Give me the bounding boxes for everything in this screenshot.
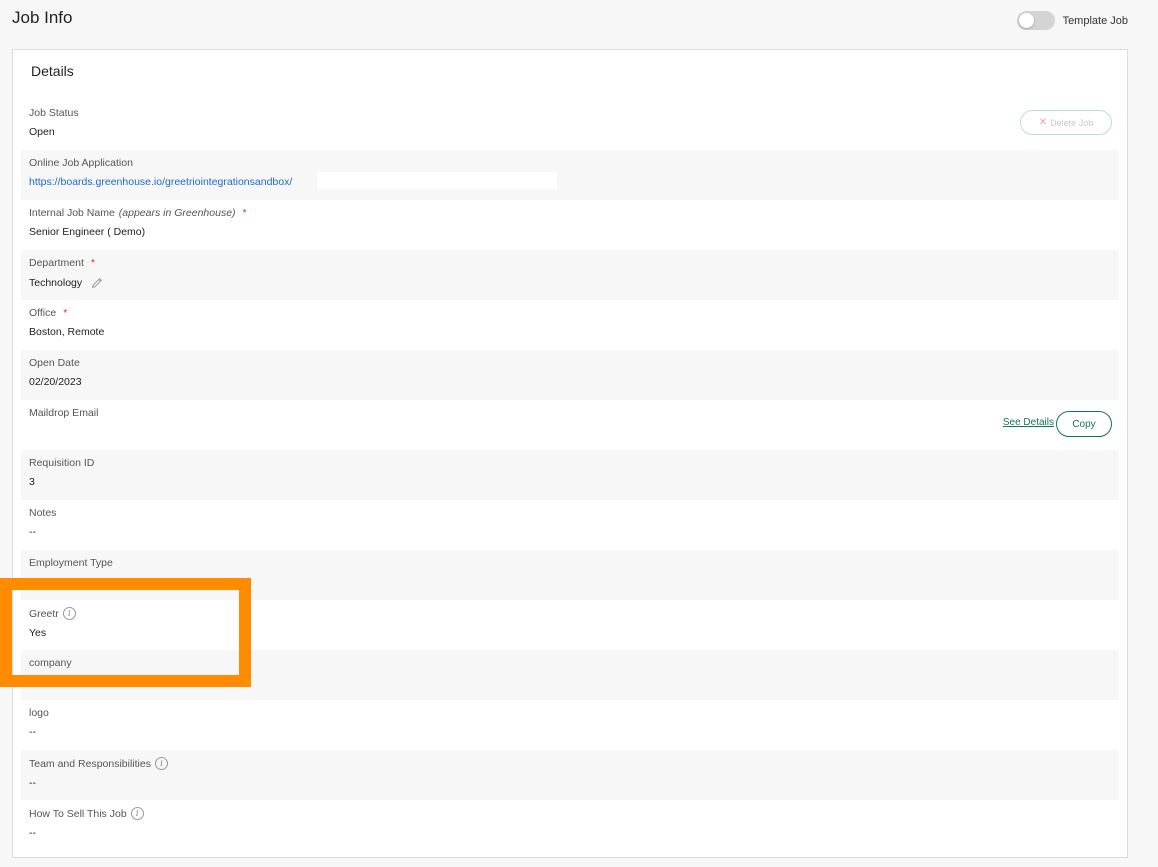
field-department: Department * Technology: [21, 250, 1119, 300]
field-notes: Notes --: [21, 500, 1119, 550]
highlight-box: [0, 578, 251, 687]
field-label: Department: [29, 257, 84, 269]
required-marker: *: [242, 207, 247, 219]
field-online-application: Online Job Application https://boards.gr…: [21, 150, 1119, 200]
field-label-group: Team and Responsibilities i: [29, 757, 1111, 770]
field-label: logo: [29, 707, 49, 719]
field-label-group: Internal Job Name (appears in Greenhouse…: [29, 207, 1111, 219]
field-label-note: (appears in Greenhouse): [118, 207, 236, 219]
field-team: Team and Responsibilities i --: [21, 750, 1119, 800]
field-label: Online Job Application: [29, 157, 133, 169]
field-label-group: Department *: [29, 257, 1111, 269]
field-label: Employment Type: [29, 557, 113, 569]
field-value: --: [29, 526, 36, 538]
required-marker: *: [63, 307, 68, 319]
field-value: 02/20/2023: [29, 376, 82, 388]
template-job-toggle[interactable]: [1016, 11, 1055, 30]
field-office: Office * Boston, Remote: [21, 300, 1119, 350]
field-label: Job Status: [29, 107, 79, 119]
field-label: How To Sell This Job: [29, 807, 127, 820]
field-list: Job Status Open ✕ Delete Job Online Job …: [21, 100, 1119, 850]
toggle-knob: [1018, 13, 1034, 28]
field-label: Requisition ID: [29, 457, 95, 469]
field-logo: logo --: [21, 700, 1119, 750]
field-sell: How To Sell This Job i --: [21, 800, 1119, 850]
field-label: Notes: [29, 507, 57, 519]
field-internal-name: Internal Job Name (appears in Greenhouse…: [21, 200, 1119, 250]
field-label-group: Office *: [29, 307, 1111, 319]
field-label-group: How To Sell This Job i: [29, 807, 1111, 820]
page-title: Job Info: [12, 8, 73, 27]
copy-button[interactable]: Copy: [1056, 411, 1112, 437]
field-label: Open Date: [29, 357, 80, 369]
pencil-icon[interactable]: [90, 276, 104, 290]
field-value: 3: [29, 476, 35, 488]
info-icon[interactable]: i: [130, 807, 144, 820]
see-details-link[interactable]: See Details: [1003, 417, 1054, 428]
card-title: Details: [31, 63, 74, 79]
field-maildrop: Maildrop Email See Details Copy: [21, 400, 1119, 450]
field-label: Office: [29, 307, 57, 319]
x-icon: ✕: [1038, 117, 1048, 128]
field-label: Internal Job Name: [29, 207, 115, 219]
delete-job-label: Delete Job: [1050, 117, 1094, 128]
field-value: Senior Engineer ( Demo): [29, 226, 146, 238]
job-board-link[interactable]: https://boards.greenhouse.io/greetrioint…: [29, 176, 292, 188]
field-value: --: [29, 827, 36, 839]
redacted-bar: [317, 172, 557, 189]
field-requisition: Requisition ID 3: [21, 450, 1119, 500]
delete-job-button[interactable]: ✕ Delete Job: [1020, 110, 1112, 135]
field-open-date: Open Date 02/20/2023: [21, 350, 1119, 400]
field-value: --: [29, 777, 36, 789]
field-label: Maildrop Email: [29, 407, 99, 419]
field-label: Team and Responsibilities: [29, 757, 151, 770]
field-value: --: [29, 726, 36, 738]
field-value-group: Technology: [29, 276, 1111, 290]
template-job-label: Template Job: [1062, 14, 1128, 27]
field-value: Boston, Remote: [29, 326, 105, 338]
field-value: Technology: [29, 277, 83, 289]
field-job-status: Job Status Open ✕ Delete Job: [21, 100, 1119, 150]
field-value: Open: [29, 126, 55, 138]
template-job-toggle-group: Template Job: [1016, 11, 1128, 30]
details-card: Details Job Status Open ✕ Delete Job Onl…: [12, 49, 1128, 858]
info-icon[interactable]: i: [154, 757, 168, 770]
required-marker: *: [90, 257, 95, 269]
